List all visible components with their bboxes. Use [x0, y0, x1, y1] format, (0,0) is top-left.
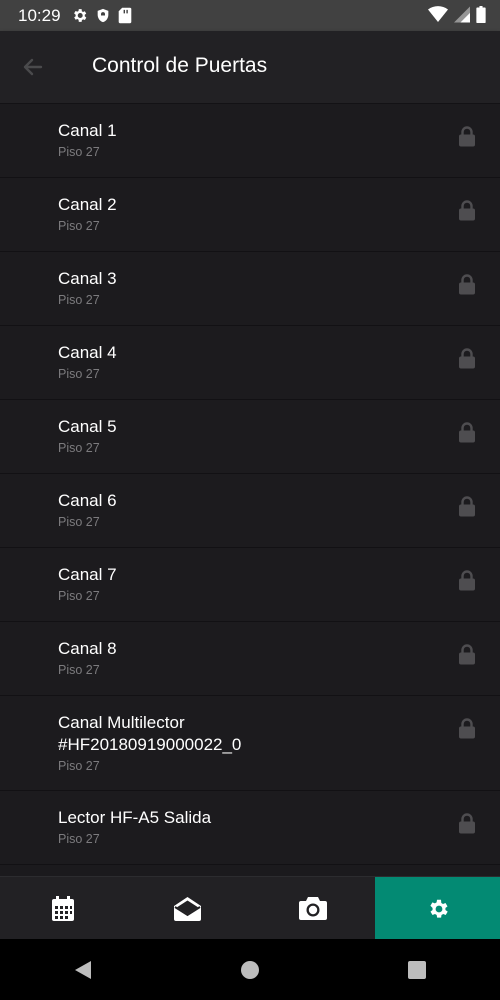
door-floor: Piso 27	[58, 441, 100, 455]
door-item-text: Canal 8 Piso 27	[58, 638, 117, 677]
door-title: Canal 6	[58, 491, 117, 510]
door-floor: Piso 27	[58, 293, 100, 307]
door-title: Canal Multilector #HF20180919000022_0	[58, 713, 242, 754]
system-nav-bar	[0, 939, 500, 1000]
door-item-text: Canal 7 Piso 27	[58, 564, 117, 603]
sd-card-icon	[118, 7, 131, 24]
door-item-text: Canal 4 Piso 27	[58, 342, 117, 381]
door-title: Lector HF-A5 Salida	[58, 808, 212, 827]
door-item-text: Lector HF-A5 Salida Piso 27	[58, 807, 211, 846]
wifi-icon	[428, 6, 448, 23]
recents-square-icon[interactable]	[407, 960, 427, 980]
door-item-text: Canal 5 Piso 27	[58, 416, 117, 455]
tab-settings[interactable]	[375, 877, 500, 940]
door-item[interactable]: Canal 4 Piso 27	[0, 326, 500, 400]
signal-icon	[454, 6, 470, 23]
door-title: Canal 3	[58, 269, 117, 288]
door-title: Canal 5	[58, 417, 117, 436]
envelope-open-icon	[174, 896, 201, 921]
door-floor: Piso 27	[58, 663, 100, 677]
camera-icon	[298, 897, 327, 920]
lock-icon[interactable]	[458, 200, 476, 221]
lock-icon[interactable]	[458, 348, 476, 369]
back-button[interactable]	[18, 53, 48, 81]
bottom-nav	[0, 876, 500, 940]
door-item[interactable]: Canal 5 Piso 27	[0, 400, 500, 474]
status-right-icons	[428, 6, 486, 23]
status-bar: 10:29	[0, 0, 500, 31]
door-title: Canal 7	[58, 565, 117, 584]
door-floor: Piso 27	[58, 219, 100, 233]
door-floor: Piso 27	[58, 367, 100, 381]
calendar-icon	[51, 895, 74, 921]
door-item[interactable]: Lector HF-A5 Salida Piso 27	[0, 791, 500, 865]
door-floor: Piso 27	[58, 759, 100, 773]
gear-icon	[73, 9, 86, 22]
app-bar: Control de Puertas	[0, 31, 500, 104]
lock-icon[interactable]	[458, 570, 476, 591]
tab-messages[interactable]	[125, 877, 250, 940]
status-left-icons	[71, 7, 132, 24]
lock-icon[interactable]	[458, 496, 476, 517]
lock-icon[interactable]	[458, 718, 476, 739]
door-item-text: Canal 1 Piso 27	[58, 120, 117, 159]
lock-icon[interactable]	[458, 644, 476, 665]
battery-icon	[476, 6, 486, 23]
door-floor: Piso 27	[58, 145, 100, 159]
gear-icon	[429, 899, 448, 918]
lock-icon[interactable]	[458, 126, 476, 147]
lock-icon[interactable]	[458, 813, 476, 834]
door-title: Canal 4	[58, 343, 117, 362]
back-triangle-icon[interactable]	[73, 960, 93, 980]
shield-icon	[97, 8, 108, 23]
door-floor: Piso 27	[58, 515, 100, 529]
door-title: Canal 8	[58, 639, 117, 658]
door-floor: Piso 27	[58, 832, 100, 846]
lock-icon[interactable]	[458, 274, 476, 295]
door-item[interactable]: Canal 1 Piso 27	[0, 104, 500, 178]
page-title: Control de Puertas	[92, 54, 268, 77]
door-floor: Piso 27	[58, 589, 100, 603]
home-circle-icon[interactable]	[240, 960, 260, 980]
door-item[interactable]: Canal 8 Piso 27	[0, 622, 500, 696]
tab-camera[interactable]	[250, 877, 375, 940]
door-title: Canal 2	[58, 195, 117, 214]
door-item-text: Canal 6 Piso 27	[58, 490, 117, 529]
door-item[interactable]: Canal 3 Piso 27	[0, 252, 500, 326]
door-list: Canal 1 Piso 27 Canal 2 Piso 27 Canal 3 …	[0, 104, 500, 876]
lock-icon[interactable]	[458, 422, 476, 443]
status-time: 10:29	[18, 5, 61, 25]
door-item[interactable]: Canal 2 Piso 27	[0, 178, 500, 252]
door-title: Canal 1	[58, 121, 117, 140]
tab-calendar[interactable]	[0, 877, 125, 940]
door-item-text: Canal 2 Piso 27	[58, 194, 117, 233]
door-item[interactable]: Canal 6 Piso 27	[0, 474, 500, 548]
door-item-text: Canal 3 Piso 27	[58, 268, 117, 307]
door-item[interactable]: Canal Multilector #HF20180919000022_0 Pi…	[0, 696, 500, 791]
door-item[interactable]: Canal 7 Piso 27	[0, 548, 500, 622]
arrow-left-icon	[23, 58, 43, 76]
door-item-text: Canal Multilector #HF20180919000022_0 Pi…	[58, 712, 241, 773]
